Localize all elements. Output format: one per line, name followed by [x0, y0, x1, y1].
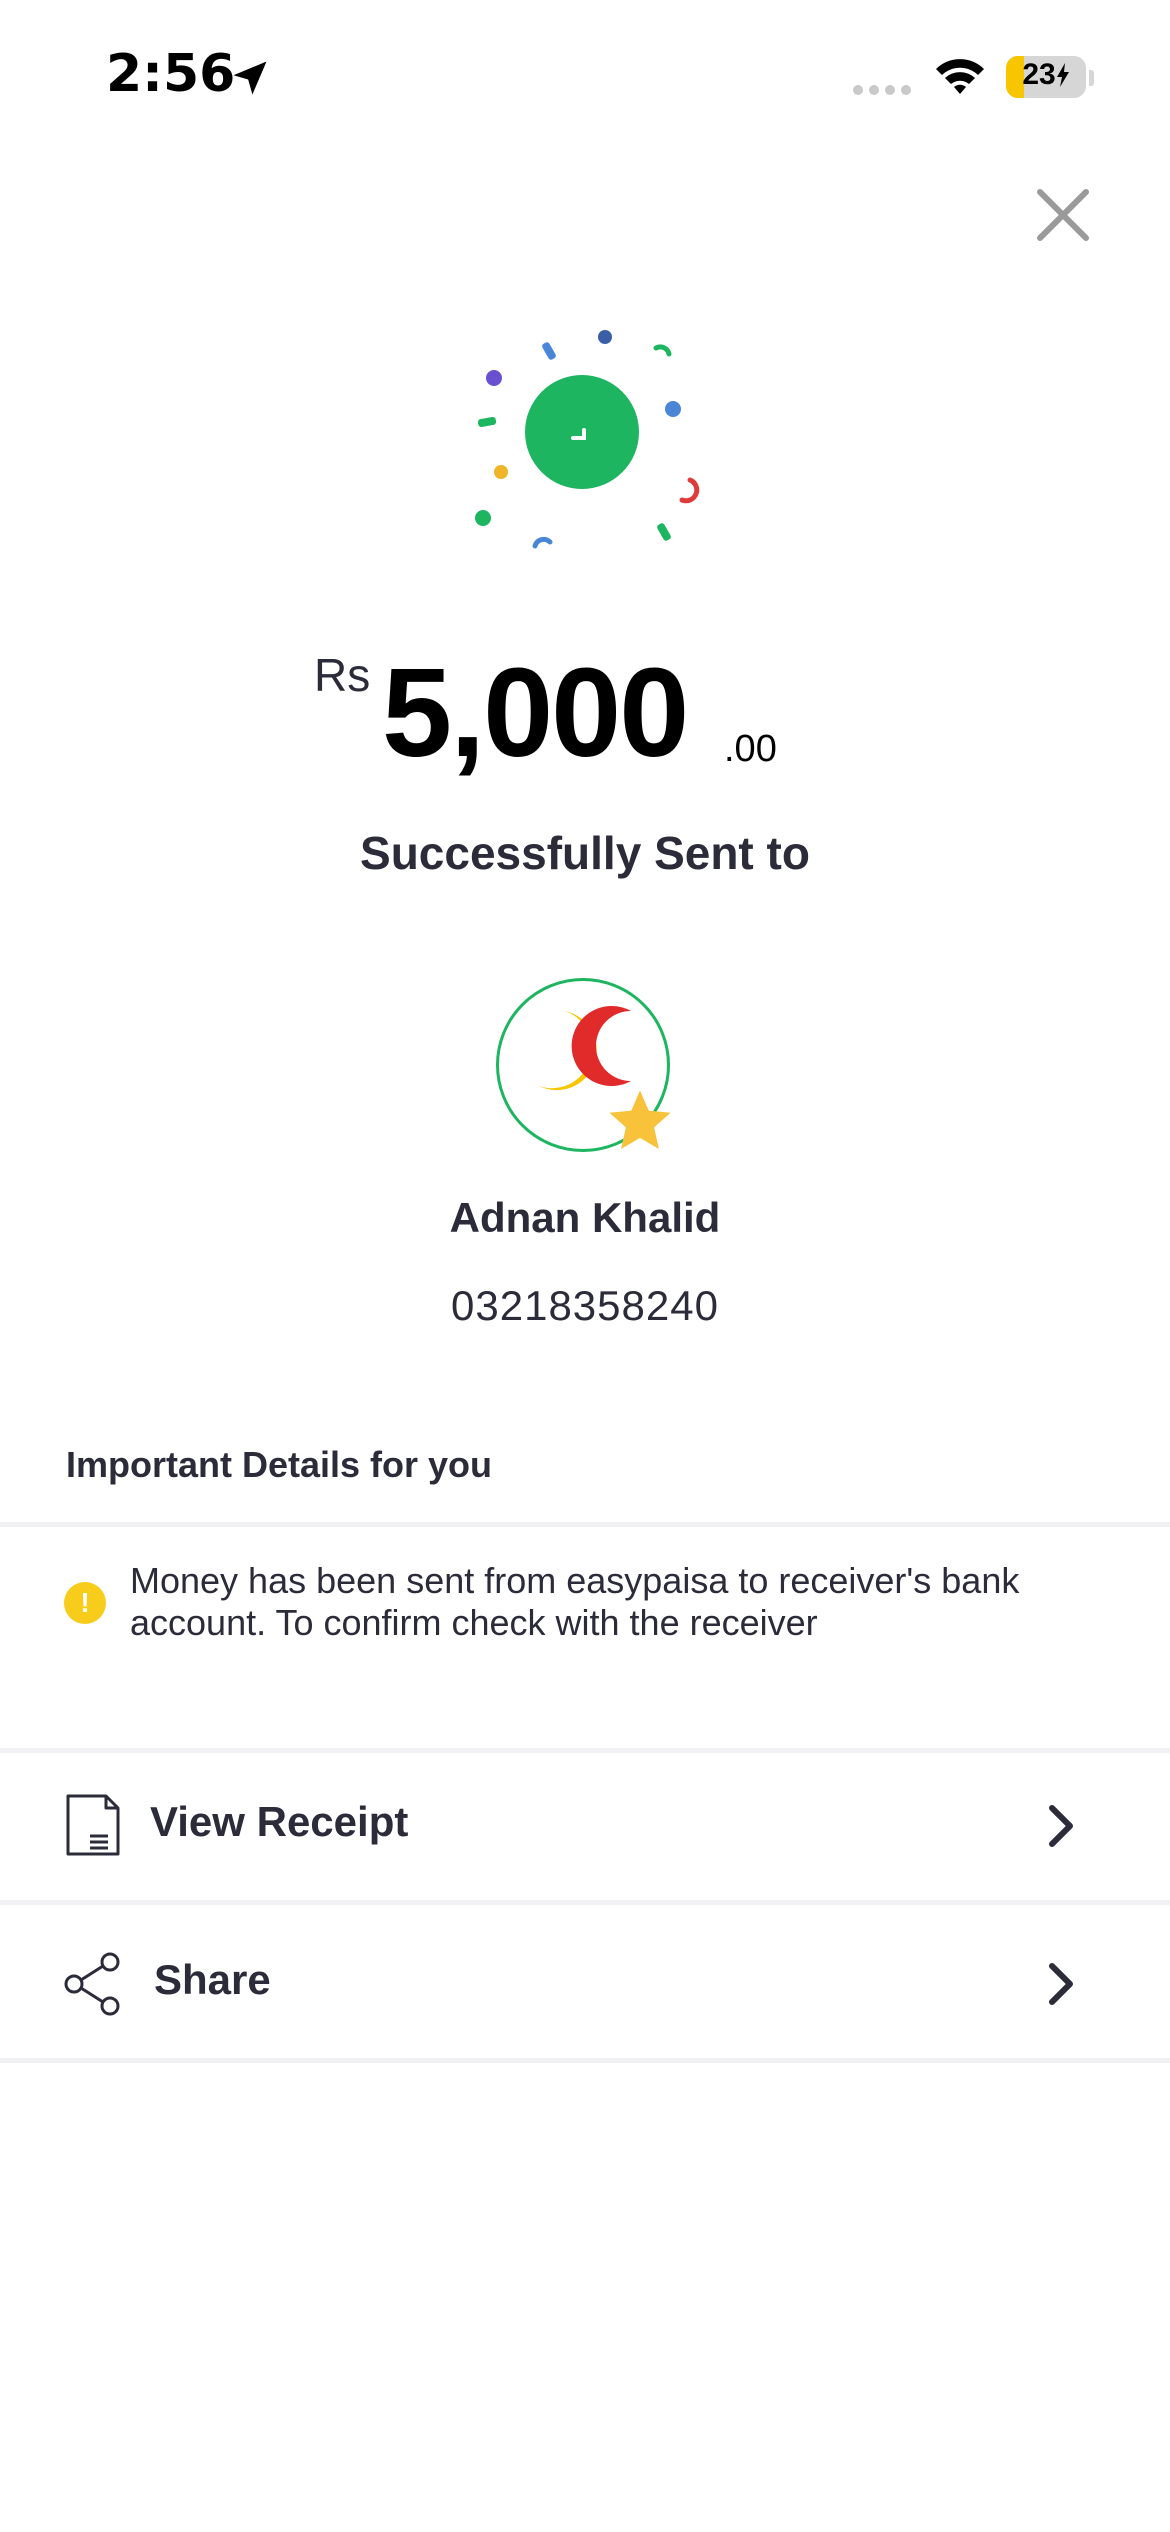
recipient-name: Adnan Khalid	[449, 1194, 721, 1241]
payment-success-screen: 2:56 23 Rs 5,000 .00 Successfully Sent t…	[0, 0, 1170, 2532]
amount-display: Rs 5,000 .00	[0, 640, 1170, 800]
divider	[0, 1522, 1170, 1527]
chevron-right-icon	[1049, 1963, 1073, 2005]
location-arrow-icon	[233, 61, 267, 95]
warning-icon: !	[64, 1582, 106, 1624]
share-icon	[64, 1952, 120, 2016]
receipt-icon	[66, 1794, 120, 1856]
details-heading: Important Details for you	[66, 1444, 493, 1485]
view-receipt-row[interactable]: View Receipt	[0, 1752, 1170, 1902]
share-row[interactable]: Share	[0, 1910, 1170, 2060]
success-title: Successfully Sent to	[360, 827, 810, 879]
amount-decimal: .00	[724, 728, 777, 770]
info-message: Money has been sent from easypaisa to re…	[130, 1560, 1020, 1643]
wifi-icon	[936, 59, 984, 94]
share-label: Share	[154, 1956, 271, 2003]
close-icon	[1037, 189, 1089, 241]
recipient-number: 03218358240	[451, 1282, 719, 1329]
cellular-signal-icon	[853, 85, 911, 95]
status-time: 2:56	[106, 44, 236, 104]
battery-level: 23	[1006, 58, 1086, 92]
divider	[0, 1900, 1170, 1905]
battery-cap	[1089, 70, 1094, 86]
charging-bolt-icon	[1056, 63, 1069, 87]
success-illustration	[475, 330, 700, 549]
view-receipt-label: View Receipt	[150, 1798, 409, 1845]
amount-value: 5,000	[382, 642, 689, 783]
currency-label: Rs	[314, 649, 371, 701]
chevron-right-icon	[1049, 1805, 1073, 1847]
divider	[0, 2058, 1170, 2063]
close-button[interactable]	[1032, 184, 1094, 246]
battery-indicator: 23	[1006, 56, 1086, 98]
star-icon	[609, 1090, 671, 1149]
